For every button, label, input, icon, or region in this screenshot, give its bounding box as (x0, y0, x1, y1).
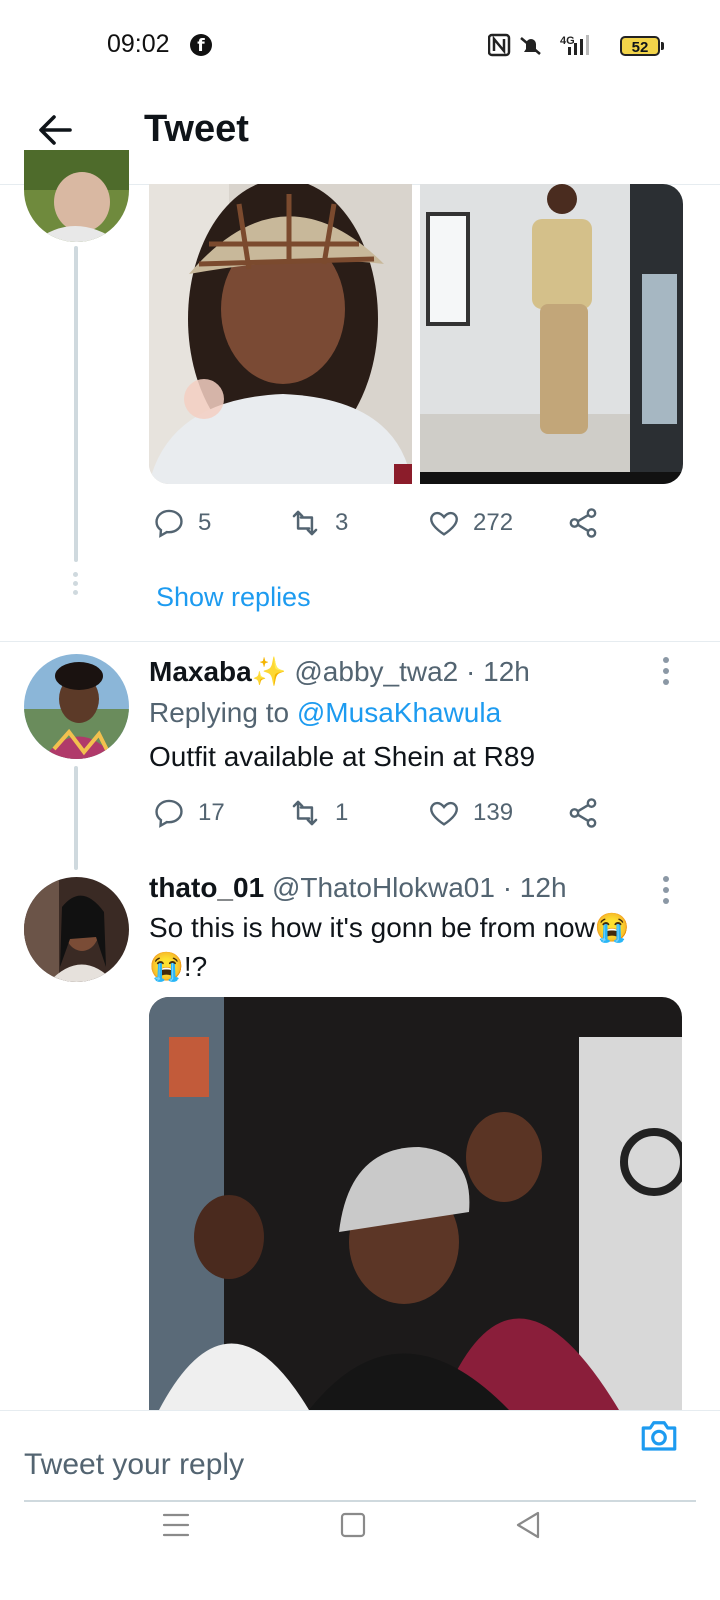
home-icon[interactable] (340, 1512, 366, 1538)
reply-icon (155, 509, 183, 538)
tweet2-avatar[interactable] (24, 654, 129, 759)
retweet-icon (292, 800, 318, 826)
tweet2-more-icon[interactable] (663, 657, 669, 690)
tweet1-retweet-count: 3 (335, 509, 349, 536)
share-icon (569, 798, 597, 828)
tweet2-replying-to: Replying to @MusaKhawula (149, 697, 501, 729)
replying-prefix: Replying to (149, 697, 290, 728)
network-type: 4G (560, 35, 575, 47)
sparkles-emoji: ✨ (251, 656, 287, 687)
tweet3-handle-time: @ThatoHlokwa01 · 12h (271, 872, 567, 903)
facebook-icon: f (190, 34, 212, 56)
tweet2-retweet-count: 1 (335, 799, 349, 826)
battery-indicator: 52 (620, 36, 660, 56)
tweet3-display-name[interactable]: thato_01 (149, 872, 264, 903)
tweet2-text: Outfit available at Shein at R89 (149, 741, 536, 772)
like-icon (430, 511, 458, 536)
tweet2-display-name[interactable]: Maxaba (149, 656, 252, 687)
share-icon (569, 508, 597, 538)
tweet3-avatar[interactable] (24, 877, 129, 982)
thread-dots (73, 572, 78, 599)
tweet1-share-action[interactable] (566, 506, 600, 540)
reply-input-underline (24, 1500, 696, 1502)
back-arrow-icon[interactable] (36, 110, 76, 150)
status-time: 09:02 (107, 30, 170, 58)
tweet2-like-action[interactable]: 139 (427, 796, 513, 830)
tweet2-like-count: 139 (473, 799, 514, 826)
like-icon (430, 801, 458, 826)
menu-icon[interactable] (162, 1512, 190, 1538)
replying-mention[interactable]: @MusaKhawula (297, 697, 501, 728)
tweet3-text-line2: 😭!? (149, 951, 208, 982)
tweet3-image[interactable] (149, 997, 682, 1410)
thread-line-2 (74, 766, 78, 870)
tweet2-handle-time: @abby_twa2 · 12h (294, 656, 530, 687)
back-icon[interactable] (514, 1510, 542, 1540)
tweet1-avatar[interactable] (24, 150, 129, 242)
tweet1-image-right[interactable] (420, 184, 683, 484)
tweet2-retweet-action[interactable]: 1 (287, 796, 348, 830)
conversation-separator (0, 641, 720, 642)
battery-tip (661, 42, 664, 50)
tweet1-reply-action[interactable]: 5 (152, 506, 211, 540)
tweet3-text-line1: So this is how it's gonn be from now😭 (149, 912, 630, 943)
tweet3-more-icon[interactable] (663, 876, 669, 909)
page-title: Tweet (144, 108, 249, 150)
tweet2-share-action[interactable] (566, 796, 600, 830)
tweet3-header: thato_01 @ThatoHlokwa01 · 12h (149, 872, 567, 904)
tweet2-header: Maxaba✨ @abby_twa2 · 12h (149, 655, 530, 688)
reply-icon (155, 799, 183, 828)
show-replies-link[interactable]: Show replies (156, 582, 311, 613)
camera-icon[interactable] (638, 1414, 680, 1456)
tweet2-reply-action[interactable]: 17 (152, 796, 225, 830)
reply-input[interactable]: Tweet your reply (24, 1448, 244, 1482)
status-icons: 4G (488, 33, 589, 57)
tweet1-like-count: 272 (473, 509, 514, 536)
thread-line (74, 246, 78, 562)
tweet1-reply-count: 5 (198, 509, 212, 536)
tweet2-reply-count: 17 (198, 799, 225, 826)
tweet1-like-action[interactable]: 272 (427, 506, 513, 540)
tweet1-image-left[interactable] (149, 184, 412, 484)
retweet-icon (292, 510, 318, 536)
tweet1-retweet-action[interactable]: 3 (287, 506, 348, 540)
